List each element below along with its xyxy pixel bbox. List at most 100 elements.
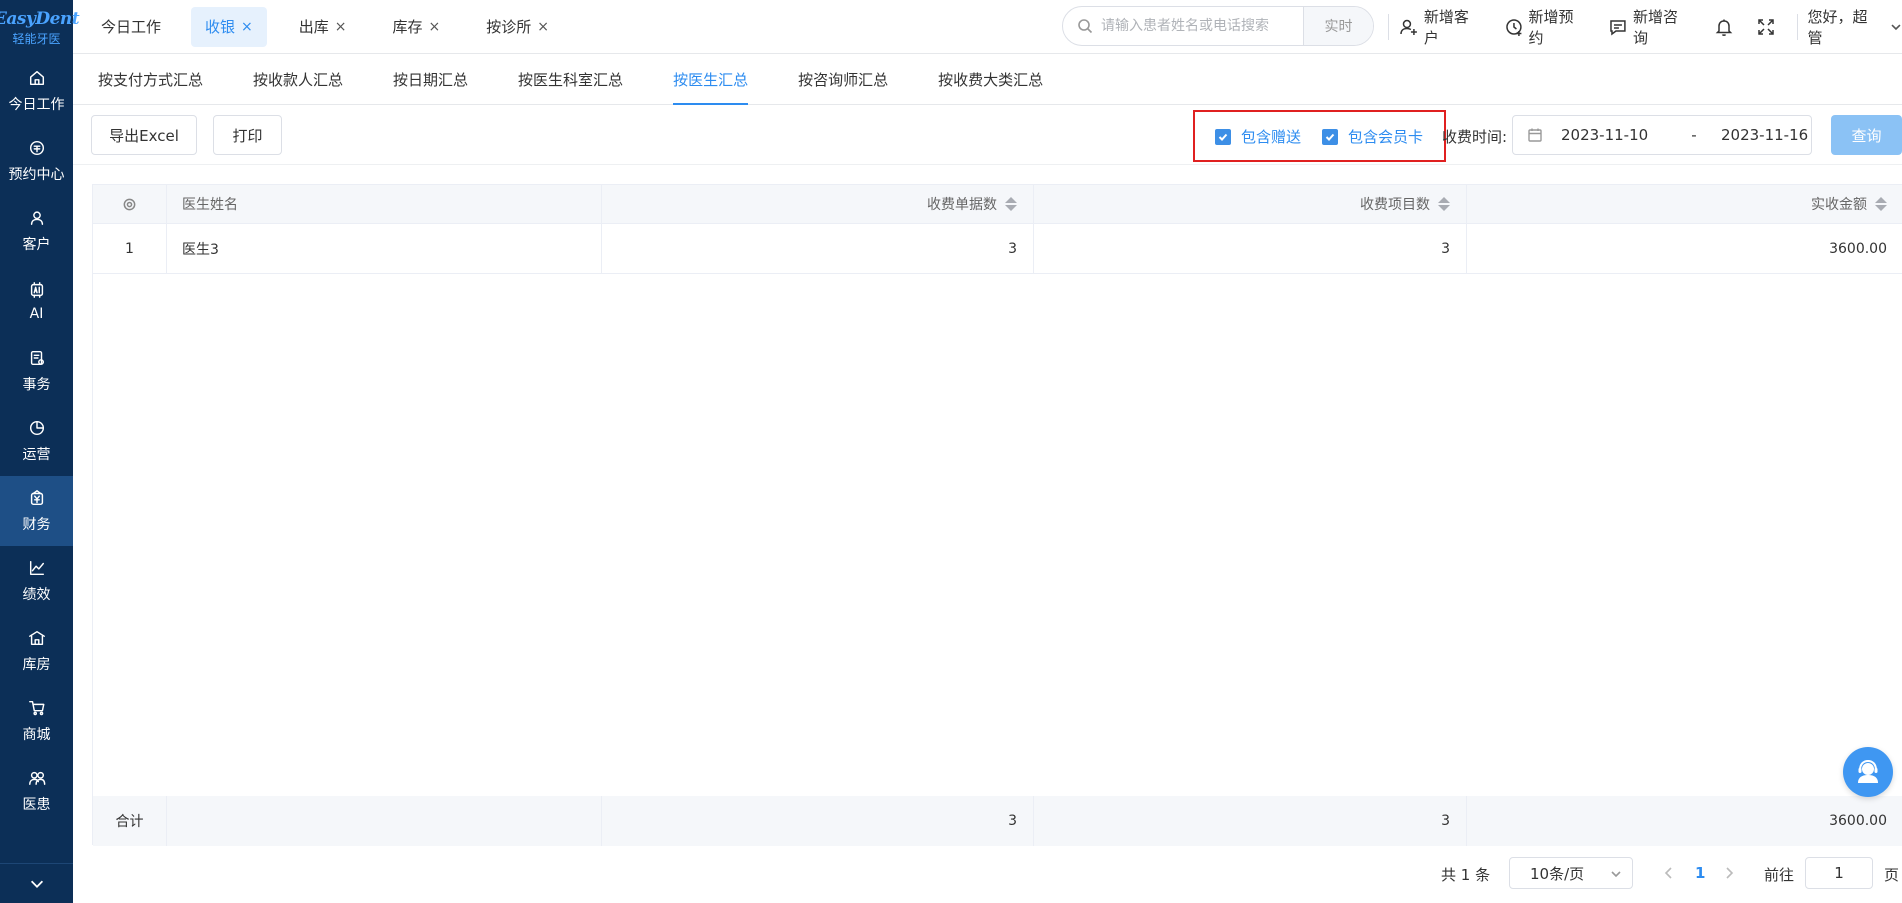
new-consult-button[interactable]: 新增咨询 [1608, 6, 1693, 48]
new-appointment-button[interactable]: 新增预约 [1504, 6, 1589, 48]
chevron-down-icon [1611, 871, 1621, 878]
current-page[interactable]: 1 [1695, 864, 1705, 882]
customer-icon [27, 208, 47, 228]
tab-cashier[interactable]: 收银 × [191, 6, 267, 47]
search-input[interactable] [1101, 7, 1303, 45]
tab-by-doctor-department[interactable]: 按医生科室汇总 [518, 54, 623, 105]
tab-by-payee[interactable]: 按收款人汇总 [253, 54, 343, 105]
toolbar: 导出Excel 打印 包含赠送 包含会员卡 收费时间: 2023-11-10 -… [73, 105, 1902, 165]
print-button[interactable]: 打印 [213, 115, 282, 155]
sort-icon[interactable] [1875, 197, 1887, 211]
date-start[interactable]: 2023-11-10 [1561, 126, 1671, 144]
page-suffix: 页 [1884, 866, 1900, 884]
customer-service-button[interactable] [1843, 747, 1893, 797]
logo-text-en: EasyDent [0, 9, 80, 29]
sidebar-item-task[interactable]: 事务 [0, 336, 73, 406]
greeting-text: 您好，超管 [1807, 8, 1868, 47]
sidebar-item-label: 今日工作 [8, 97, 65, 113]
header-label: 收费单据数 [927, 197, 997, 213]
patient-search: 实时 [1062, 6, 1374, 46]
new-appointment-label: 新增预约 [1528, 8, 1574, 47]
total-label: 合计 [93, 796, 167, 846]
close-icon[interactable]: × [429, 19, 441, 35]
sidebar-item-label: 医患 [22, 797, 51, 813]
user-menu[interactable]: 您好，超管 [1808, 6, 1902, 48]
top-bar: 今日工作 收银 × 出库 × 库存 × 按诊所 × 实时 新增客户 新增预约 新… [73, 0, 1902, 54]
query-button[interactable]: 查询 [1831, 115, 1902, 155]
include-member-card-checkbox[interactable]: 包含会员卡 [1322, 126, 1423, 147]
tab-by-doctor[interactable]: 按医生汇总 [673, 54, 749, 105]
chevron-right-icon [1726, 867, 1734, 879]
charge-time-label: 收费时间: [1442, 128, 1508, 146]
tab-by-date[interactable]: 按日期汇总 [393, 54, 468, 105]
divider [1388, 14, 1389, 40]
date-range-picker[interactable]: 2023-11-10 - 2023-11-16 [1512, 115, 1812, 155]
sidebar-item-label: 财务 [22, 517, 51, 533]
total-item-count: 3 [1034, 796, 1467, 846]
table-row[interactable]: 1 医生3 3 3 3600.00 [93, 224, 1902, 274]
close-icon[interactable]: × [537, 19, 549, 35]
sidebar-item-finance[interactable]: 财务 [0, 476, 73, 546]
tab-label: 出库 [298, 18, 329, 36]
header-item-count[interactable]: 收费项目数 [1034, 185, 1467, 223]
sidebar-item-operation[interactable]: 运营 [0, 406, 73, 476]
tab-label: 收银 [205, 18, 236, 36]
close-icon[interactable]: × [335, 19, 347, 35]
tab-by-clinic[interactable]: 按诊所 × [472, 7, 563, 47]
prev-page-button[interactable] [1662, 866, 1676, 880]
close-icon[interactable]: × [241, 19, 253, 35]
page-size-select[interactable]: 10条/页 [1509, 857, 1633, 889]
goto-page-input[interactable] [1805, 857, 1873, 889]
tab-today-work[interactable]: 今日工作 [89, 7, 173, 47]
sidebar-item-performance[interactable]: 绩效 [0, 546, 73, 616]
export-excel-button[interactable]: 导出Excel [91, 115, 197, 155]
message-icon [1610, 20, 1626, 36]
sidebar-item-customer[interactable]: 客户 [0, 196, 73, 266]
sidebar-item-ai[interactable]: AI [0, 266, 73, 336]
sidebar-item-mall[interactable]: 商城 [0, 686, 73, 756]
fullscreen-button[interactable] [1755, 16, 1777, 38]
doctor-summary-table: 医生姓名 收费单据数 收费项目数 实收金额 1 医生3 3 3 3600.00 … [92, 184, 1902, 846]
sort-icon[interactable] [1438, 197, 1450, 211]
column-settings-button[interactable] [93, 185, 167, 223]
divider [1796, 14, 1798, 40]
total-bill-count: 3 [602, 796, 1034, 846]
total-count: 共 1 条 [1441, 866, 1491, 884]
total-empty [167, 796, 602, 846]
new-customer-button[interactable]: 新增客户 [1399, 6, 1484, 48]
table-header: 医生姓名 收费单据数 收费项目数 实收金额 [93, 185, 1902, 224]
notification-button[interactable] [1713, 16, 1735, 38]
tab-by-fee-category[interactable]: 按收费大类汇总 [938, 54, 1043, 105]
tab-inventory[interactable]: 库存 × [379, 7, 455, 47]
realtime-button[interactable]: 实时 [1303, 7, 1373, 45]
checkbox-checked-icon [1322, 128, 1338, 145]
header-label: 实收金额 [1811, 197, 1867, 213]
tab-outbound[interactable]: 出库 × [285, 7, 361, 47]
new-consult-label: 新增咨询 [1633, 8, 1679, 47]
header-received-amount[interactable]: 实收金额 [1467, 185, 1902, 223]
sidebar-item-label: 运营 [22, 447, 51, 463]
logo[interactable]: EasyDent 轻能牙医 [0, 0, 80, 56]
sidebar-item-doctor-patient[interactable]: 医患 [0, 756, 73, 826]
sidebar-item-warehouse[interactable]: 库房 [0, 616, 73, 686]
logo-text-cn: 轻能牙医 [12, 32, 61, 46]
header-bill-count[interactable]: 收费单据数 [602, 185, 1034, 223]
sidebar-item-label: 商城 [22, 727, 51, 743]
table-footer-total: 合计 3 3 3600.00 [93, 796, 1902, 846]
task-icon [27, 348, 47, 368]
sort-icon[interactable] [1005, 197, 1017, 211]
sidebar-item-appointment[interactable]: 预约中心 [0, 126, 73, 196]
tab-by-consultant[interactable]: 按咨询师汇总 [798, 54, 888, 105]
sidebar-item-label: 事务 [22, 377, 51, 393]
include-gift-checkbox[interactable]: 包含赠送 [1215, 126, 1301, 147]
tab-label: 库存 [392, 18, 423, 36]
sidebar-item-today-work[interactable]: 今日工作 [0, 56, 73, 126]
next-page-button[interactable] [1722, 866, 1736, 880]
date-end[interactable]: 2023-11-16 [1721, 126, 1808, 144]
tab-by-payment-method[interactable]: 按支付方式汇总 [98, 54, 203, 105]
tab-label: 按诊所 [486, 18, 532, 36]
sidebar-item-label: 库房 [22, 657, 51, 673]
calendar-icon [1527, 127, 1543, 143]
item-count: 3 [1034, 224, 1467, 273]
doctor-patient-icon [27, 768, 47, 788]
